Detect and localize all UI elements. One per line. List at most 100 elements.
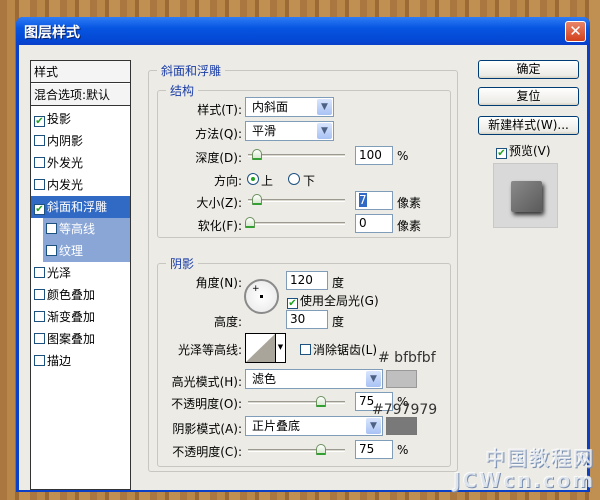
sidebar-item-label: 颜色叠加	[47, 288, 96, 302]
sidebar-item[interactable]: 内发光	[31, 174, 130, 196]
highlight-mode-label: 高光模式(H):	[171, 375, 242, 389]
close-icon[interactable]: ✕	[565, 21, 586, 42]
soften-slider[interactable]	[245, 217, 345, 228]
sidebar-item-label: 投影	[47, 112, 72, 126]
crosshair-icon: +	[252, 284, 260, 294]
depth-input[interactable]: 100	[355, 146, 393, 165]
chevron-down-icon: ▼	[275, 334, 285, 362]
checkbox-icon[interactable]	[34, 311, 45, 322]
sidebar-item-label: 外发光	[47, 156, 84, 170]
sidebar-item[interactable]: 颜色叠加	[31, 284, 130, 306]
soften-input[interactable]: 0	[355, 214, 393, 233]
gloss-contour-picker[interactable]: ▼	[245, 333, 286, 363]
sidebar-item[interactable]: 图案叠加	[31, 328, 130, 350]
depth-slider[interactable]	[248, 149, 345, 160]
ok-button[interactable]: 确定	[478, 60, 579, 79]
angle-input[interactable]: 120	[286, 271, 328, 290]
window-title: 图层样式	[24, 25, 80, 41]
sidebar-item-label: 斜面和浮雕	[47, 200, 108, 214]
altitude-input[interactable]: 30	[286, 310, 328, 329]
sidebar-item-label: 纹理	[59, 244, 84, 258]
title-bar[interactable]: 图层样式 ✕	[16, 17, 590, 45]
checkbox-checked-icon[interactable]: ✔	[34, 116, 45, 127]
chevron-down-icon: ▼	[317, 99, 332, 115]
direction-down-radio[interactable]	[288, 173, 300, 185]
sidebar-item[interactable]: 描边	[31, 350, 130, 372]
style-value: 内斜面	[252, 100, 289, 114]
highlight-opacity-label: 不透明度(O):	[171, 397, 242, 411]
chevron-down-icon: ▼	[366, 371, 381, 387]
checkbox-icon	[300, 344, 311, 355]
checkbox-checked-icon: ✔	[496, 148, 507, 159]
preview-label: 预览(V)	[509, 144, 551, 158]
sidebar-item[interactable]: 内阴影	[31, 130, 130, 152]
highlight-mode-value: 滤色	[252, 372, 277, 386]
style-dropdown[interactable]: 内斜面 ▼	[245, 97, 334, 117]
checkbox-icon[interactable]	[34, 289, 45, 300]
sidebar-item[interactable]: 等高线	[43, 218, 130, 240]
checkbox-icon[interactable]	[34, 179, 45, 190]
slider-thumb[interactable]	[252, 194, 262, 205]
checkbox-icon[interactable]	[46, 223, 57, 234]
shadow-mode-dropdown[interactable]: 正片叠底 ▼	[245, 416, 383, 436]
styles-list: 样式 混合选项:默认 ✔ 投影 内阴影 外发光 内发光 ✔ 斜面和浮雕 等高线 纹理 光泽 颜色叠加…	[30, 60, 131, 490]
new-style-button[interactable]: 新建样式(W)...	[478, 116, 579, 135]
shadow-mode-value: 正片叠底	[252, 419, 301, 433]
chevron-down-icon: ▼	[366, 418, 381, 434]
global-light-checkbox[interactable]: ✔ 使用全局光(G)	[287, 292, 379, 309]
shadow-opacity-label: 不透明度(C):	[172, 445, 242, 459]
highlight-opacity-slider[interactable]	[248, 396, 345, 407]
shadow-opacity-slider[interactable]	[248, 444, 345, 455]
checkbox-icon[interactable]	[34, 157, 45, 168]
slider-thumb[interactable]	[316, 444, 326, 455]
shadow-color-swatch[interactable]	[386, 417, 417, 435]
size-input[interactable]: 7	[355, 191, 393, 210]
slider-thumb[interactable]	[316, 396, 326, 407]
shading-title: 阴影	[170, 257, 195, 271]
sidebar-item-label: 图案叠加	[47, 332, 96, 346]
technique-dropdown[interactable]: 平滑 ▼	[245, 121, 334, 141]
sidebar-item[interactable]: ✔ 斜面和浮雕	[31, 196, 130, 218]
sidebar-item[interactable]: 纹理	[43, 240, 130, 262]
size-slider[interactable]	[248, 194, 345, 205]
technique-value: 平滑	[252, 124, 277, 138]
slider-thumb[interactable]	[245, 217, 255, 228]
styles-header[interactable]: 样式	[31, 61, 130, 83]
checkbox-checked-icon: ✔	[287, 298, 298, 309]
altitude-label: 高度:	[213, 315, 242, 329]
angle-dial[interactable]: +	[244, 279, 279, 314]
structure-title: 结构	[170, 84, 195, 98]
preview-checkbox[interactable]: ✔ 预览(V)	[496, 142, 551, 159]
sidebar-item[interactable]: ✔ 投影	[31, 108, 130, 130]
gloss-contour-label: 光泽等高线:	[177, 343, 242, 357]
size-label: 大小(Z):	[196, 196, 242, 210]
checkbox-icon[interactable]	[46, 245, 57, 256]
reset-button[interactable]: 复位	[478, 87, 579, 106]
layer-style-dialog: 图层样式 ✕ 样式 混合选项:默认 ✔ 投影 内阴影 外发光 内发光 ✔ 斜面和浮雕 等高线纹…	[16, 17, 590, 492]
technique-label: 方法(Q):	[195, 127, 242, 141]
highlight-color-annotation: # bfbfbf	[378, 350, 436, 366]
highlight-mode-dropdown[interactable]: 滤色 ▼	[245, 369, 383, 389]
direction-up-label: 上	[261, 174, 274, 188]
sidebar-item-label: 光泽	[47, 266, 72, 280]
sidebar-item[interactable]: 渐变叠加	[31, 306, 130, 328]
sidebar-item[interactable]: 光泽	[31, 262, 130, 284]
blending-options[interactable]: 混合选项:默认	[31, 84, 130, 106]
soften-unit: 像素	[397, 219, 422, 233]
checkbox-icon[interactable]	[34, 135, 45, 146]
checkbox-icon[interactable]	[34, 355, 45, 366]
antialias-checkbox[interactable]: 消除锯齿(L)	[300, 341, 377, 358]
bevel-emboss-title: 斜面和浮雕	[161, 64, 222, 78]
highlight-color-swatch[interactable]	[386, 370, 417, 388]
global-light-label: 使用全局光(G)	[300, 294, 379, 308]
angle-label: 角度(N):	[195, 276, 242, 290]
slider-thumb[interactable]	[252, 149, 262, 160]
checkbox-icon[interactable]	[34, 267, 45, 278]
sidebar-item[interactable]: 外发光	[31, 152, 130, 174]
size-value: 7	[359, 193, 367, 207]
checkbox-checked-icon[interactable]: ✔	[34, 204, 45, 215]
checkbox-icon[interactable]	[34, 333, 45, 344]
direction-up-radio[interactable]	[247, 173, 259, 185]
altitude-unit: 度	[332, 315, 345, 329]
chevron-down-icon: ▼	[317, 123, 332, 139]
